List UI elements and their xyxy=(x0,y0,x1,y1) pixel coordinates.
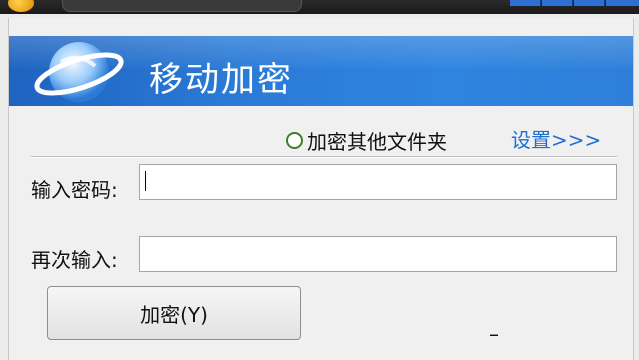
globe-icon xyxy=(34,42,124,102)
divider xyxy=(31,156,617,158)
address-bar xyxy=(62,0,302,12)
encrypt-other-folder-label: 加密其他文件夹 xyxy=(307,130,447,154)
radio-button-icon[interactable] xyxy=(286,132,303,149)
toolbar-tab xyxy=(542,0,573,6)
settings-link[interactable]: 设置>>> xyxy=(511,124,601,153)
encrypt-button[interactable]: 加密(Y) xyxy=(47,286,301,340)
options-row: 加密其他文件夹 设置>>> xyxy=(9,110,633,154)
password-field[interactable] xyxy=(139,164,617,200)
app-logo-icon xyxy=(8,0,34,12)
parent-window-edge xyxy=(0,0,639,14)
password-field-wrap xyxy=(139,164,617,200)
dialog-title: 移动加密 xyxy=(149,60,293,100)
status-indicator: – xyxy=(489,322,499,346)
text-caret xyxy=(145,171,146,191)
confirm-password-field[interactable] xyxy=(139,236,617,272)
password-label: 输入密码: xyxy=(31,178,118,202)
encrypt-dialog: 移动加密 加密其他文件夹 设置>>> 输入密码: 再次输入: 加密(Y) – xyxy=(8,18,634,360)
dialog-banner: 移动加密 xyxy=(9,36,633,106)
confirm-password-label: 再次输入: xyxy=(31,248,118,272)
encrypt-other-folder-option[interactable]: 加密其他文件夹 xyxy=(286,126,447,155)
toolbar-tab xyxy=(606,0,639,6)
toolbar-tab xyxy=(510,0,541,6)
toolbar-tab xyxy=(574,0,605,6)
